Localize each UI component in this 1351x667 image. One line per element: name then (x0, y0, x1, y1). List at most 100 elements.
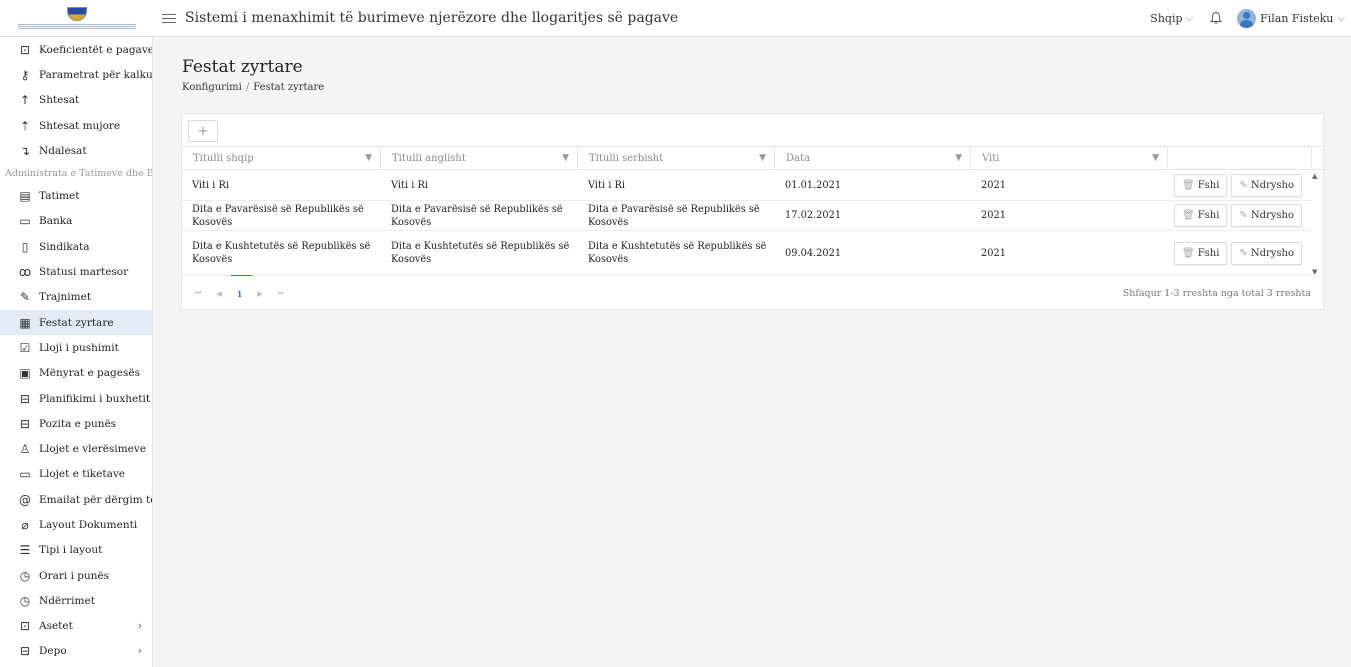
arrow-up-icon: ↑ (19, 93, 31, 108)
sidebar-item-orari-punes[interactable]: ◷ Orari i punës (0, 563, 152, 588)
sidebar-item-shtesat[interactable]: ↑ Shtesat (0, 88, 152, 113)
sidebar-item-tatimet[interactable]: ▤ Tatimet (0, 183, 152, 208)
trash-icon: 🗑 (1182, 180, 1195, 191)
delete-button[interactable]: 🗑 Fshi (1174, 204, 1228, 227)
sidebar-item-asetet[interactable]: ⊡ Asetet › (0, 614, 152, 639)
sidebar-item-trajnimet[interactable]: ✎ Trajnimet (0, 285, 152, 310)
chevron-right-icon: › (137, 620, 142, 633)
table-row[interactable]: Viti i Ri Viti i Ri Viti i Ri 01.01.2021… (182, 171, 1312, 201)
chevron-right-icon: › (137, 645, 142, 658)
edit-button[interactable]: ✎ Ndrysho (1231, 204, 1302, 227)
user-menu[interactable]: Filan Fisteku ⌵ (1237, 8, 1345, 28)
pager-info: Shfaqur 1-3 rreshta nga total 3 rreshta (1122, 288, 1311, 299)
menu-toggle-icon[interactable] (162, 11, 176, 26)
sidebar-item-parametrat[interactable]: ⚷Parametrat për kalkulim (0, 62, 152, 87)
column-header[interactable]: Data ▼ (775, 147, 971, 169)
thumbs-up-icon: ♙ (19, 442, 31, 457)
paperclip-icon: ⌀ (21, 517, 29, 532)
sidebar-item-llojet-tiketave[interactable]: ▭ Llojet e tiketave (0, 462, 152, 487)
column-header-actions (1168, 147, 1312, 169)
sidebar-item-menyrat-pageses[interactable]: ▣ Mënyrat e pagesës (0, 361, 152, 386)
language-label: Shqip (1150, 11, 1183, 25)
edit-button[interactable]: ✎ Ndrysho (1231, 174, 1302, 197)
delete-button[interactable]: 🗑 Fshi (1174, 174, 1228, 197)
sidebar-item-depo[interactable]: ⊟ Depo › (0, 639, 152, 664)
sidebar-item-nderrimet[interactable]: ◷ Ndërrimet (0, 588, 152, 613)
filter-icon[interactable]: ▼ (365, 153, 372, 163)
chevron-down-icon: ⌵ (1185, 12, 1194, 24)
delete-button[interactable]: 🗑 Fshi (1174, 241, 1228, 265)
trash-icon: 🗑 (1182, 247, 1195, 259)
sidebar-item-pozita-punes[interactable]: ⊟ Pozita e punës (0, 411, 152, 436)
table-header: Titulli shqip ▼ Titulli anglisht ▼ Titulli… (182, 146, 1323, 170)
sidebar-item-lloji-pushimit[interactable]: ☑ Lloji i pushimit (0, 335, 152, 360)
prev-page-icon[interactable]: ◀ (216, 290, 221, 298)
main-content: Festat zyrtare Konfigurimi / Festat zyrtar… (153, 37, 1351, 667)
last-page-icon[interactable]: ⏭ (278, 289, 284, 298)
sidebar-item-layout-dokumenti[interactable]: ⌀ Layout Dokumenti (0, 512, 152, 537)
sidebar-item-llojet-vleresimeve[interactable]: ♙ Llojet e vlerësimeve (0, 436, 152, 461)
sidebar-item-sindikata[interactable]: ▯ Sindikata (0, 234, 152, 259)
page-number-current[interactable]: 1 (231, 274, 251, 299)
first-page-icon[interactable]: ⏮ (195, 289, 201, 298)
column-header[interactable]: Titulli shqip ▼ (182, 147, 381, 169)
sidebar-item-shtesat-mujore[interactable]: ⇡ Shtesat mujore (0, 113, 152, 138)
sidebar-item-emailat[interactable]: @Emailat për dërgim të raporteve (0, 487, 152, 512)
sidebar-item-banka[interactable]: ▭ Banka (0, 209, 152, 234)
add-button[interactable]: + (188, 120, 218, 142)
money-icon: ▣ (19, 366, 31, 381)
app-logo[interactable] (0, 0, 153, 37)
camera-icon: ⊡ (19, 42, 31, 57)
users-icon: ꝏ (18, 265, 32, 280)
briefcase-icon: ⊟ (19, 416, 31, 431)
sidebar-item-planifikimi-buxhetit[interactable]: ⊟ Planifikimi i buxhetit (0, 386, 152, 411)
filter-icon[interactable]: ▼ (1152, 153, 1159, 163)
key-icon: ⚷ (20, 67, 30, 82)
credit-card-icon: ▭ (19, 214, 31, 229)
page-title: Festat zyrtare (182, 57, 303, 77)
arrow-return-icon: ↴ (19, 143, 31, 158)
at-icon: @ (19, 492, 31, 507)
sidebar-item-festat-zyrtare[interactable]: ▦ Festat zyrtare (0, 309, 152, 336)
calculator-icon: ▤ (19, 189, 31, 204)
filter-icon[interactable]: ▼ (759, 153, 766, 163)
briefcase-icon: ⊟ (19, 391, 31, 406)
top-header: Sistemi i menaxhimit të burimeve njerëzo… (0, 0, 1351, 37)
sidebar-group-label: Administrata e Tatimeve dhe Bankave (5, 167, 152, 179)
breadcrumb-item: Festat zyrtare (253, 82, 325, 93)
avatar (1237, 8, 1257, 28)
table-row[interactable]: Dita e Pavarësisë së Republikës së Kosov… (182, 201, 1312, 231)
column-header[interactable]: Titulli serbisht ▼ (578, 147, 775, 169)
sidebar: ⊡ Koeficientët e pagave ⚷ Parametrat për k… (0, 37, 153, 667)
filter-icon[interactable]: ▼ (562, 153, 569, 163)
emblem-icon (66, 6, 87, 21)
sidebar-item-tipi-layout[interactable]: ☰ Tipi i layout (0, 538, 152, 563)
clock-icon: ◷ (19, 568, 31, 583)
list-icon: ☰ (19, 543, 31, 558)
next-page-icon[interactable]: ▶ (257, 290, 262, 298)
column-header[interactable]: Viti ▼ (971, 147, 1168, 169)
pagination: ⏮ ◀ 1 ▶ ⏭ Shfaqur 1-3 rreshta nga total … (182, 274, 1323, 310)
pencil-icon: ✎ (1239, 180, 1248, 191)
bell-icon[interactable] (1209, 11, 1223, 25)
edit-button[interactable]: ✎ Ndrysho (1231, 241, 1302, 265)
chevron-down-icon: ⌵ (1337, 12, 1345, 24)
clock-icon: ◷ (19, 593, 31, 608)
user-name: Filan Fisteku (1260, 11, 1334, 25)
vertical-scrollbar[interactable]: ▲ ▼ (1312, 172, 1320, 276)
trash-icon: 🗑 (1182, 210, 1195, 221)
sidebar-item-koeficientet[interactable]: ⊡ Koeficientët e pagave (0, 37, 152, 62)
sidebar-item-statusi-martesor[interactable]: ꝏ Statusi martesor (0, 259, 152, 284)
filter-icon[interactable]: ▼ (955, 153, 962, 163)
table-row[interactable]: Dita e Kushtetutës së Republikës së Koso… (182, 231, 1312, 276)
pencil-icon: ✎ (1239, 210, 1248, 221)
breadcrumb-item[interactable]: Konfigurimi (182, 82, 242, 93)
scroll-down-icon[interactable]: ▼ (1312, 268, 1317, 276)
breadcrumb: Konfigurimi / Festat zyrtare (182, 82, 325, 93)
column-header[interactable]: Titulli anglisht ▼ (381, 147, 578, 169)
upload-icon: ⇡ (19, 118, 31, 133)
language-select[interactable]: Shqip ⌵ (1150, 12, 1193, 25)
data-grid: + Titulli shqip ▼ Titulli anglisht ▼ Titul… (181, 113, 1324, 310)
scroll-up-icon[interactable]: ▲ (1312, 172, 1317, 180)
sidebar-item-ndalesat[interactable]: ↴ Ndalesat (0, 138, 152, 163)
